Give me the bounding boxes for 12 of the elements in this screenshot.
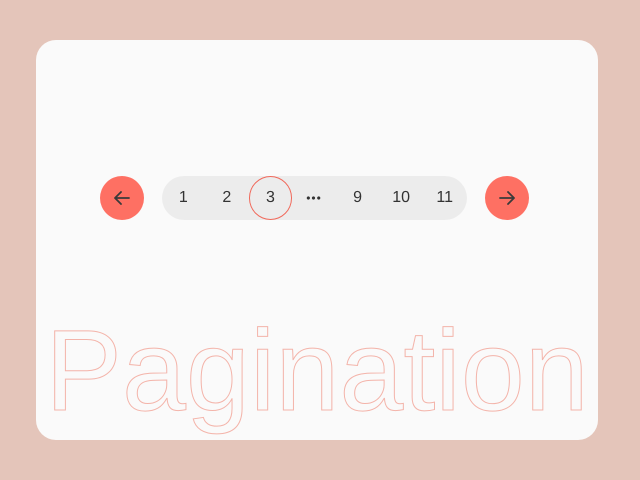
ellipsis: ••• — [305, 190, 323, 207]
next-button[interactable] — [484, 176, 528, 220]
page-button[interactable]: 3 — [248, 176, 292, 220]
page-button[interactable]: 9 — [336, 176, 380, 220]
arrow-right-icon — [496, 188, 516, 208]
arrow-left-icon — [112, 188, 132, 208]
outlined-title: Pagination — [45, 306, 589, 437]
previous-button[interactable] — [100, 176, 144, 220]
page-button[interactable]: 10 — [379, 176, 423, 220]
page-button[interactable]: 2 — [205, 176, 249, 220]
page-button[interactable]: 11 — [422, 176, 466, 220]
page-button[interactable]: 1 — [162, 176, 206, 220]
